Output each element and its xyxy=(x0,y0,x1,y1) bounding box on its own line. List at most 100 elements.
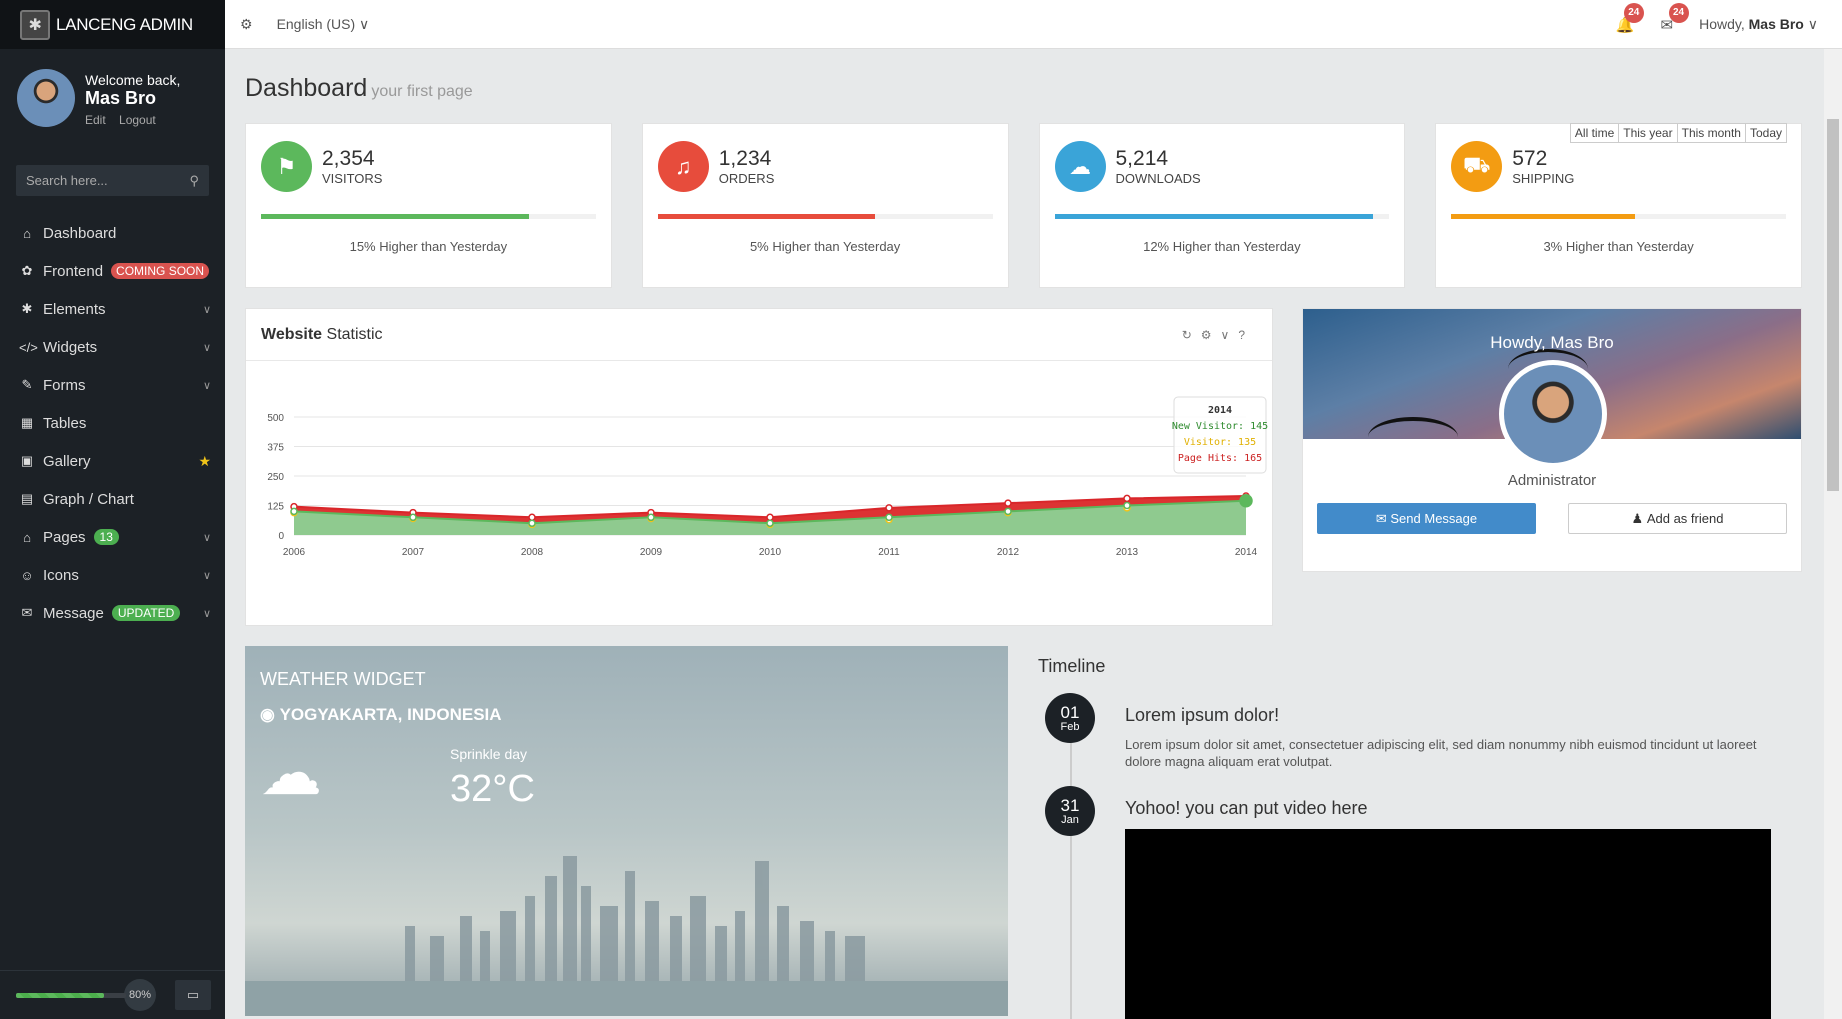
x-tick-label: 2014 xyxy=(1235,547,1258,558)
chevron-down-icon[interactable]: ∨ xyxy=(1221,328,1239,342)
stat-footnote: 5% Higher than Yesterday xyxy=(749,239,901,254)
search-input[interactable]: Search here... ⚲ xyxy=(16,165,209,196)
stat-footnote: 12% Higher than Yesterday xyxy=(1143,239,1301,254)
sidebar-item-pages[interactable]: ⌂ Pages 13 ∨ xyxy=(0,518,225,556)
tooltip-line: New Visitor: 145 xyxy=(1172,421,1268,432)
x-tick-label: 2011 xyxy=(878,547,900,558)
profile-role: Administrator xyxy=(1507,472,1597,489)
search-icon[interactable]: ⚲ xyxy=(189,173,199,189)
data-point xyxy=(528,513,536,522)
add-friend-button[interactable]: ♟ Add as friend xyxy=(1568,503,1787,534)
sidebar-nav: ⌂ Dashboard ✿ Frontend COMING SOON ✱ Element… xyxy=(0,214,225,632)
star-icon: ★ xyxy=(198,452,211,469)
edit-link[interactable]: Edit xyxy=(85,113,106,127)
stat-value: 5,214 xyxy=(1115,147,1169,170)
page-title: Dashboard your first page xyxy=(245,74,1802,103)
gear-icon[interactable]: ⚙ xyxy=(1201,328,1221,342)
envelope-icon: ✉ xyxy=(21,605,33,620)
chart-icon: ▤ xyxy=(20,491,34,506)
brand[interactable]: ✱ LANCENG ADMIN xyxy=(0,0,225,49)
sidebar-item-gallery[interactable]: ▣ Gallery ★ xyxy=(0,442,225,480)
sidebar-item-forms[interactable]: ✎ Forms ∨ xyxy=(0,366,225,404)
sidebar-item-frontend[interactable]: ✿ Frontend COMING SOON xyxy=(0,252,225,290)
gear-icon[interactable]: ⚙ xyxy=(240,16,253,33)
user-box: Welcome back, Mas Bro Edit Logout xyxy=(0,49,225,165)
sidebar-item-label: Dashboard xyxy=(43,224,117,242)
sidebar-item-label: Gallery xyxy=(43,452,91,470)
sidebar-item-message[interactable]: ✉ Message UPDATED ∨ xyxy=(0,594,225,632)
home-icon: ⌂ xyxy=(23,529,31,545)
scrollbar[interactable] xyxy=(1824,49,1842,1019)
scrollbar-thumb[interactable] xyxy=(1827,119,1839,491)
topbar: ⚙ English (US) ∨ 🔔 24 ✉ 24 Howdy, Mas Bro … xyxy=(225,0,1842,49)
city-skyline xyxy=(245,856,1008,1016)
stat-footnote: 3% Higher than Yesterday xyxy=(1543,239,1694,254)
user-menu[interactable]: Howdy, Mas Bro ∨ xyxy=(1699,16,1818,33)
sidebar-item-icons[interactable]: ☺ Icons ∨ xyxy=(0,556,225,594)
chevron-down-icon: ∨ xyxy=(1807,16,1818,32)
topbar-user-name: Mas Bro xyxy=(1748,16,1804,32)
stat-value: 2,354 xyxy=(322,147,375,170)
data-point xyxy=(1123,501,1131,510)
language-select[interactable]: English (US) ∨ xyxy=(277,16,370,33)
stat-progress xyxy=(261,214,596,219)
range-all-time-button[interactable]: All time xyxy=(1569,123,1620,143)
sidebar-item-label: Elements xyxy=(43,300,106,318)
range-this-month-button[interactable]: This month xyxy=(1676,123,1746,143)
weather-widget: WEATHER WIDGET ◉ YOGYAKARTA, INDONESIA ☁… xyxy=(245,646,1008,1016)
bug-icon: ✱ xyxy=(21,301,33,316)
data-point xyxy=(885,504,893,512)
home-icon: ⌂ xyxy=(23,225,31,241)
messages-button[interactable]: ✉ 24 xyxy=(1661,2,1689,34)
sidebar-item-elements[interactable]: ✱ Elements ∨ xyxy=(0,290,225,328)
cloud-download-icon: ☁ xyxy=(1054,141,1106,192)
edit-icon: ✎ xyxy=(21,377,33,392)
bug-logo-icon: ✱ xyxy=(20,9,50,40)
data-point xyxy=(1123,494,1131,503)
weather-location: ◉ YOGYAKARTA, INDONESIA xyxy=(260,705,993,725)
profile-card: Howdy, Mas Bro Administrator ✉ Send Mess… xyxy=(1302,308,1802,572)
stat-card-shipping: ⛟ 572 SHIPPING 3% Higher than Yesterday xyxy=(1435,123,1802,288)
profile-title: Howdy, Mas Bro xyxy=(1490,333,1614,352)
video-player[interactable] xyxy=(1125,829,1771,1019)
website-statistic-panel: Website Statistic ↻⚙∨? All time This yea… xyxy=(245,123,1787,626)
tooltip-line: Page Hits: 165 xyxy=(1178,453,1262,464)
stat-value: 1,234 xyxy=(718,147,772,170)
timeline-month: Feb xyxy=(1060,720,1080,733)
stat-card-visitors: ⚑ 2,354 VISITORS 15% Higher than Yesterda… xyxy=(245,123,612,288)
sidebar-item-label: Frontend xyxy=(43,262,104,280)
timeline-item: 01 Feb Lorem ipsum dolor! Lorem ipsum dol… xyxy=(1038,693,1798,770)
sidebar-item-tables[interactable]: ▦ Tables xyxy=(0,404,225,442)
stat-label: ORDERS xyxy=(718,171,775,186)
stat-card-downloads: ☁ 5,214 DOWNLOADS 12% Higher than Yesterd… xyxy=(1038,123,1406,288)
help-icon[interactable]: ? xyxy=(1238,328,1254,342)
refresh-icon[interactable]: ↻ xyxy=(1182,328,1201,342)
weather-temperature: 32°C xyxy=(450,768,535,810)
range-this-year-button[interactable]: This year xyxy=(1618,123,1678,143)
stat-label: DOWNLOADS xyxy=(1115,171,1201,186)
stat-footnote: 15% Higher than Yesterday xyxy=(349,239,508,254)
stat-progress-fill xyxy=(657,214,876,219)
x-tick-label: 2007 xyxy=(402,547,425,558)
bell-icon: ♫ xyxy=(657,141,709,192)
inbox-icon: ▭ xyxy=(186,987,200,1002)
sidebar-item-graph-chart[interactable]: ▤ Graph / Chart xyxy=(0,480,225,518)
leaf-icon: ✿ xyxy=(21,263,33,278)
sidebar-item-dashboard[interactable]: ⌂ Dashboard xyxy=(0,214,225,252)
timeline-day: 01 xyxy=(1060,702,1080,722)
user-icon: ♟ xyxy=(1631,510,1647,526)
envelope-icon: ✉ xyxy=(1375,510,1391,526)
x-tick-label: 2013 xyxy=(1116,547,1139,558)
range-today-button[interactable]: Today xyxy=(1744,123,1787,143)
send-message-button[interactable]: ✉ Send Message xyxy=(1317,503,1536,534)
data-point xyxy=(1004,499,1012,507)
inbox-button[interactable]: ▭ xyxy=(175,980,211,1010)
notifications-button[interactable]: 🔔 24 xyxy=(1616,2,1644,34)
timeline-heading: Lorem ipsum dolor! xyxy=(1125,705,1280,725)
logout-link[interactable]: Logout xyxy=(119,113,156,127)
search-placeholder: Search here... xyxy=(26,173,108,188)
table-icon: ▦ xyxy=(20,415,34,430)
stat-label: SHIPPING xyxy=(1512,171,1575,186)
data-point xyxy=(885,513,893,522)
sidebar-item-widgets[interactable]: </> Widgets ∨ xyxy=(0,328,225,366)
